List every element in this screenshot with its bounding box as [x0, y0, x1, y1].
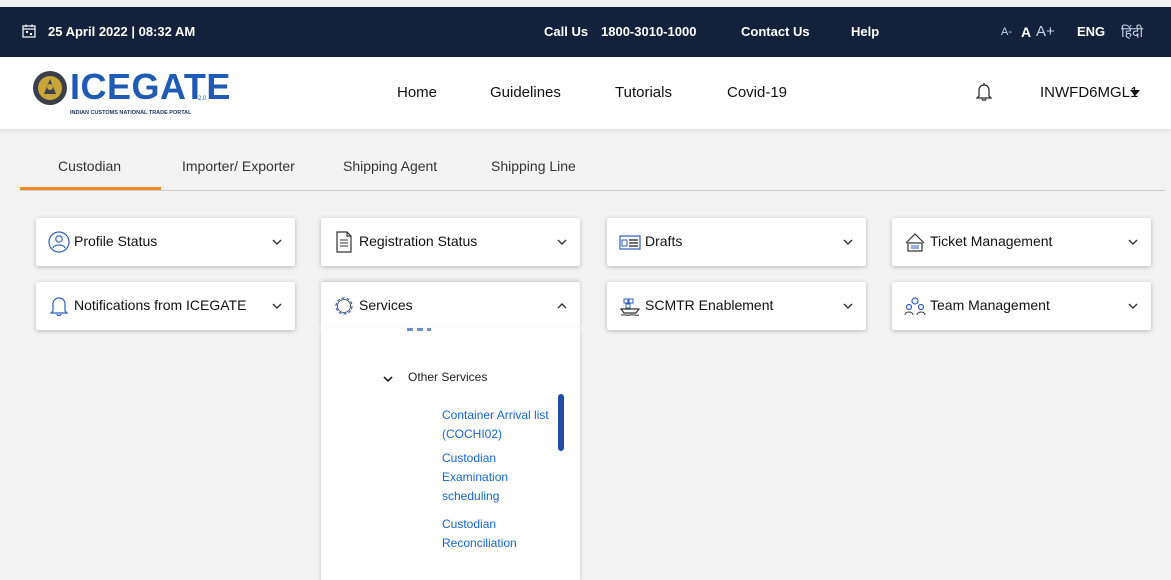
chevron-down-icon — [272, 303, 282, 309]
lang-hindi-button[interactable]: हिंदी — [1121, 7, 1143, 57]
services-panel[interactable]: Other Services Container Arrival list (C… — [321, 328, 580, 580]
card-registration-status[interactable]: Registration Status — [321, 218, 580, 266]
card-label: Drafts — [645, 233, 683, 249]
link-container-arrival-list[interactable]: Container Arrival list (COCHI02) — [442, 406, 549, 444]
nav-tutorials[interactable]: Tutorials — [615, 84, 672, 101]
chevron-up-icon — [557, 303, 567, 309]
emblem-icon — [33, 71, 67, 105]
tab-shipping-agent[interactable]: Shipping Agent — [343, 158, 437, 174]
link-custodian-reconciliation[interactable]: Custodian Reconciliation — [442, 515, 517, 553]
help-link[interactable]: Help — [851, 7, 879, 57]
ticket-icon — [905, 233, 925, 252]
other-services-label[interactable]: Other Services — [408, 370, 487, 384]
font-normal-button[interactable]: A — [1021, 7, 1031, 57]
card-profile-status[interactable]: Profile Status — [36, 218, 295, 266]
user-circle-icon — [48, 231, 70, 253]
bell-icon — [49, 297, 69, 317]
chevron-down-icon — [843, 303, 853, 309]
card-label: Registration Status — [359, 233, 478, 249]
top-bar: 25 April 2022 | 08:32 AM Call Us 1800-30… — [0, 7, 1171, 57]
card-services[interactable]: Services — [321, 282, 580, 328]
font-decrease-button[interactable]: A- — [1001, 7, 1012, 57]
call-us-label: Call Us — [544, 24, 589, 39]
nav-home[interactable]: Home — [397, 84, 437, 101]
phone-number[interactable]: 1800-3010-1000 — [601, 7, 696, 57]
card-team-management[interactable]: Team Management — [892, 282, 1151, 330]
gear-icon — [335, 297, 353, 315]
chevron-down-icon — [272, 239, 282, 245]
contact-us-link[interactable]: Contact Us — [741, 7, 810, 57]
logo-tagline: INDIAN CUSTOMS NATIONAL TRADE PORTAL — [70, 110, 192, 116]
calendar-icon — [22, 7, 36, 57]
card-label: Ticket Management — [930, 233, 1053, 249]
lang-eng-button[interactable]: ENG — [1077, 7, 1105, 57]
tab-importer-exporter[interactable]: Importer/ Exporter — [182, 158, 295, 174]
card-notifications[interactable]: Notifications from ICEGATE — [36, 282, 295, 330]
card-label: Team Management — [930, 297, 1050, 313]
active-tab-indicator — [20, 187, 161, 190]
chevron-down-icon — [557, 239, 567, 245]
tab-shipping-line[interactable]: Shipping Line — [491, 158, 576, 174]
icegate-logo[interactable]: ICEGATE 2.0 INDIAN CUSTOMS NATIONAL TRAD… — [32, 66, 230, 120]
role-tabs: Custodian Importer/ Exporter Shipping Ag… — [20, 150, 1165, 191]
caret-down-icon[interactable] — [1130, 90, 1140, 96]
card-label: Notifications from ICEGATE — [74, 297, 247, 313]
bell-icon[interactable] — [976, 82, 992, 102]
user-id[interactable]: INWFD6MGL1 — [1040, 84, 1138, 101]
card-ticket-management[interactable]: Ticket Management — [892, 218, 1151, 266]
card-drafts[interactable]: Drafts — [607, 218, 866, 266]
drafts-icon — [619, 235, 641, 250]
document-icon — [336, 231, 352, 253]
panel-scrollbar-thumb[interactable] — [558, 394, 564, 451]
logo-wordmark: ICEGATE — [70, 66, 231, 107]
font-increase-button[interactable]: A+ — [1036, 7, 1055, 57]
chevron-down-icon — [1128, 239, 1138, 245]
card-scmtr-enablement[interactable]: SCMTR Enablement — [607, 282, 866, 330]
card-label: Services — [359, 297, 413, 313]
chevron-down-icon — [1128, 303, 1138, 309]
nav-guidelines[interactable]: Guidelines — [490, 84, 561, 101]
card-label: Profile Status — [74, 233, 158, 249]
ship-icon — [619, 298, 641, 316]
tab-custodian[interactable]: Custodian — [58, 158, 121, 174]
link-custodian-examination-scheduling[interactable]: Custodian Examination scheduling — [442, 449, 508, 506]
chevron-down-icon[interactable] — [382, 373, 394, 385]
main-header: ICEGATE 2.0 INDIAN CUSTOMS NATIONAL TRAD… — [0, 57, 1171, 129]
logo-version: 2.0 — [198, 96, 207, 102]
datetime: 25 April 2022 | 08:32 AM — [48, 24, 196, 39]
clipped-previous-item — [407, 328, 447, 333]
chevron-down-icon — [843, 239, 853, 245]
card-label: SCMTR Enablement — [645, 297, 774, 313]
team-icon — [904, 297, 926, 316]
nav-covid-19[interactable]: Covid-19 — [727, 84, 787, 101]
